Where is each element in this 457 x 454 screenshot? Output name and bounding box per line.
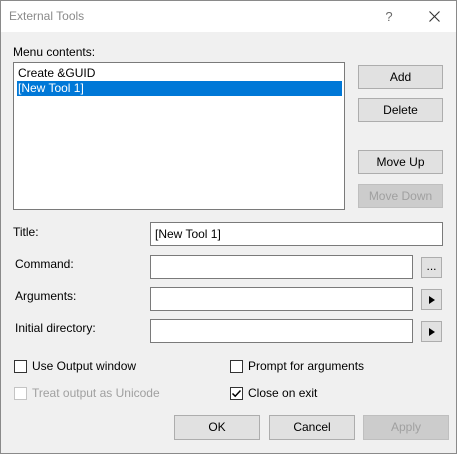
command-input[interactable]: [150, 255, 413, 279]
initial-directory-input[interactable]: [150, 319, 413, 343]
prompt-for-arguments-checkbox[interactable]: [230, 360, 243, 373]
arguments-menu-button[interactable]: [421, 289, 442, 310]
triangle-right-icon: [428, 296, 435, 304]
add-button[interactable]: Add: [358, 65, 443, 89]
arguments-input[interactable]: [150, 287, 413, 311]
title-input[interactable]: [New Tool 1]: [150, 222, 443, 246]
browse-button[interactable]: ...: [421, 257, 442, 278]
close-on-exit-checkbox[interactable]: [230, 387, 243, 400]
window-title: External Tools: [9, 9, 85, 23]
title-bar: External Tools ?: [1, 1, 456, 32]
delete-button[interactable]: Delete: [358, 98, 443, 122]
help-button[interactable]: ?: [377, 1, 401, 32]
list-item-selected[interactable]: [New Tool 1]: [17, 81, 342, 96]
prompt-for-arguments-label: Prompt for arguments: [248, 359, 365, 373]
menu-contents-list[interactable]: Create &GUID [New Tool 1]: [13, 62, 345, 210]
close-on-exit-label: Close on exit: [248, 386, 318, 400]
initial-directory-label: Initial directory:: [15, 321, 96, 335]
external-tools-dialog: External Tools ? Menu contents: Create &…: [0, 0, 457, 454]
move-down-button[interactable]: Move Down: [358, 184, 443, 208]
checkmark-icon: [231, 389, 242, 398]
close-icon: [429, 11, 440, 22]
initial-directory-menu-button[interactable]: [421, 321, 442, 342]
command-label: Command:: [15, 257, 74, 271]
close-button[interactable]: [417, 1, 453, 32]
menu-contents-label: Menu contents:: [13, 45, 96, 59]
treat-output-unicode-checkbox[interactable]: [14, 387, 27, 400]
apply-button[interactable]: Apply: [363, 415, 449, 440]
move-up-button[interactable]: Move Up: [358, 150, 443, 174]
triangle-right-icon: [428, 328, 435, 336]
use-output-window-label: Use Output window: [32, 359, 137, 373]
list-item[interactable]: Create &GUID: [17, 66, 342, 81]
use-output-window-checkbox[interactable]: [14, 360, 27, 373]
ok-button[interactable]: OK: [174, 415, 260, 440]
title-label: Title:: [13, 225, 39, 239]
treat-output-unicode-label: Treat output as Unicode: [32, 386, 160, 400]
cancel-button[interactable]: Cancel: [269, 415, 355, 440]
arguments-label: Arguments:: [15, 289, 77, 303]
